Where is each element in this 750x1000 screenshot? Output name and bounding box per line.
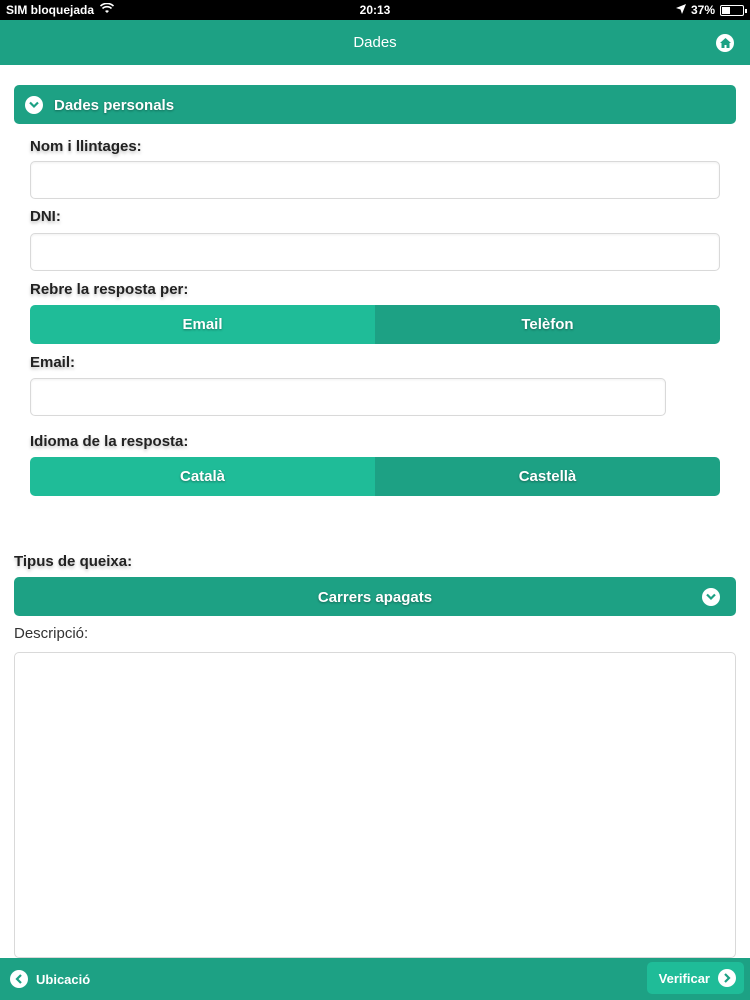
description-textarea[interactable] — [14, 652, 736, 958]
reply-by-segmented-control: Email Telèfon — [30, 305, 720, 344]
email-label: Email: — [30, 354, 76, 371]
complaint-type-value: Carrers apagats — [317, 589, 433, 606]
back-button[interactable]: Ubicació — [10, 970, 90, 988]
name-input[interactable] — [30, 161, 720, 199]
language-segmented-control: Català Castellà — [30, 457, 720, 496]
chevron-right-icon — [718, 969, 736, 987]
reply-by-label: Rebre la resposta per: — [30, 281, 189, 298]
chevron-left-icon — [10, 970, 28, 988]
section-title: Dades personals — [54, 97, 175, 114]
complaint-type-label: Tipus de queixa: — [14, 553, 133, 570]
footer-bar: Ubicació Verificar — [0, 958, 750, 1000]
chevron-down-icon — [702, 588, 720, 606]
clock: 20:13 — [359, 3, 391, 17]
language-spanish-option[interactable]: Castellà — [375, 457, 720, 496]
status-bar: SIM bloquejada 20:13 37% — [0, 0, 750, 20]
reply-by-phone-option[interactable]: Telèfon — [375, 305, 720, 344]
page: SIM bloquejada 20:13 37% Dades Dades per… — [0, 0, 750, 1000]
battery-icon — [720, 4, 747, 16]
name-label: Nom i llintages: — [30, 138, 142, 155]
dni-input[interactable] — [30, 233, 720, 271]
email-input[interactable] — [30, 378, 666, 416]
back-button-label: Ubicació — [36, 971, 91, 987]
complaint-type-select[interactable]: Carrers apagats — [14, 577, 736, 616]
reply-by-email-option[interactable]: Email — [30, 305, 375, 344]
description-label: Descripció: — [14, 625, 89, 642]
verify-button[interactable]: Verificar — [646, 962, 744, 994]
page-title: Dades — [353, 34, 397, 51]
header-bar: Dades — [0, 20, 750, 65]
language-catalan-option[interactable]: Català — [30, 457, 375, 496]
location-arrow-icon — [675, 3, 686, 17]
language-label: Idioma de la resposta: — [30, 433, 189, 450]
battery-percent: 37% — [690, 3, 715, 17]
home-icon[interactable] — [716, 34, 734, 52]
chevron-down-icon — [25, 96, 43, 114]
status-right: 37% — [675, 3, 747, 17]
personal-data-collapsible[interactable]: Dades personals — [14, 85, 736, 124]
verify-button-label: Verificar — [658, 970, 710, 986]
dni-label: DNI: — [30, 208, 61, 225]
